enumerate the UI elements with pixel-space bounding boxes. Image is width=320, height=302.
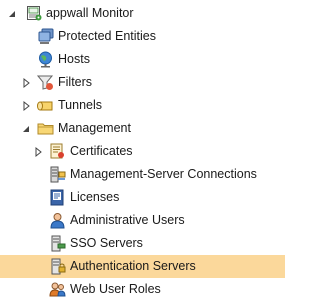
tree-node-label: SSO Servers	[70, 236, 143, 250]
protected-entities-icon	[37, 28, 54, 45]
tree-node-management[interactable]: Management	[0, 117, 285, 140]
tree-node-label: Administrative Users	[70, 213, 185, 227]
tunnel-icon	[37, 97, 54, 114]
expanded-arrow-icon[interactable]	[20, 123, 32, 135]
tree-node-label: Web User Roles	[70, 282, 161, 296]
expanded-arrow-icon[interactable]	[6, 8, 18, 20]
tree-node-hosts[interactable]: Hosts	[0, 48, 285, 71]
sso-server-icon	[49, 235, 66, 252]
auth-server-icon	[49, 258, 66, 275]
collapsed-arrow-icon[interactable]	[32, 146, 44, 158]
filter-icon	[36, 74, 54, 91]
license-icon	[49, 189, 66, 206]
tree-node-label: Hosts	[58, 52, 90, 66]
tree-node-appwall-monitor[interactable]: appwall Monitor	[0, 2, 285, 25]
tree-node-licenses[interactable]: Licenses	[0, 186, 285, 209]
tree-node-label: Tunnels	[58, 98, 103, 112]
tree-node-protected-entities[interactable]: Protected Entities	[0, 25, 285, 48]
tree-node-administrative-users[interactable]: Administrative Users	[0, 209, 285, 232]
collapsed-arrow-icon[interactable]	[20, 77, 32, 89]
tree-node-filters[interactable]: Filters	[0, 71, 285, 94]
tree-node-label: Licenses	[70, 190, 120, 204]
tree-node-sso-servers[interactable]: SSO Servers	[0, 232, 285, 255]
tree-node-authentication-servers[interactable]: Authentication Servers	[0, 255, 285, 278]
tree-node-label: Management	[58, 121, 131, 135]
tree-node-certificates[interactable]: Certificates	[0, 140, 285, 163]
monitor-gear-icon	[26, 5, 43, 22]
tree-node-label: Management-Server Connections	[70, 167, 257, 181]
server-connections-icon	[49, 166, 66, 183]
tree-node-label: appwall Monitor	[46, 6, 134, 20]
tree-node-web-user-roles[interactable]: Web User Roles	[0, 278, 285, 301]
globe-icon	[37, 51, 54, 68]
web-user-roles-icon	[49, 281, 66, 298]
tree-node-tunnels[interactable]: Tunnels	[0, 94, 285, 117]
tree-node-label: Certificates	[70, 144, 133, 158]
tree-node-management-server-connections[interactable]: Management-Server Connections	[0, 163, 285, 186]
certificate-icon	[49, 143, 66, 160]
tree-node-label: Protected Entities	[58, 29, 156, 43]
tree-node-label: Filters	[58, 75, 93, 89]
admin-user-icon	[49, 212, 66, 229]
collapsed-arrow-icon[interactable]	[20, 100, 32, 112]
tree-node-label: Authentication Servers	[70, 259, 196, 273]
folder-icon	[37, 120, 54, 137]
